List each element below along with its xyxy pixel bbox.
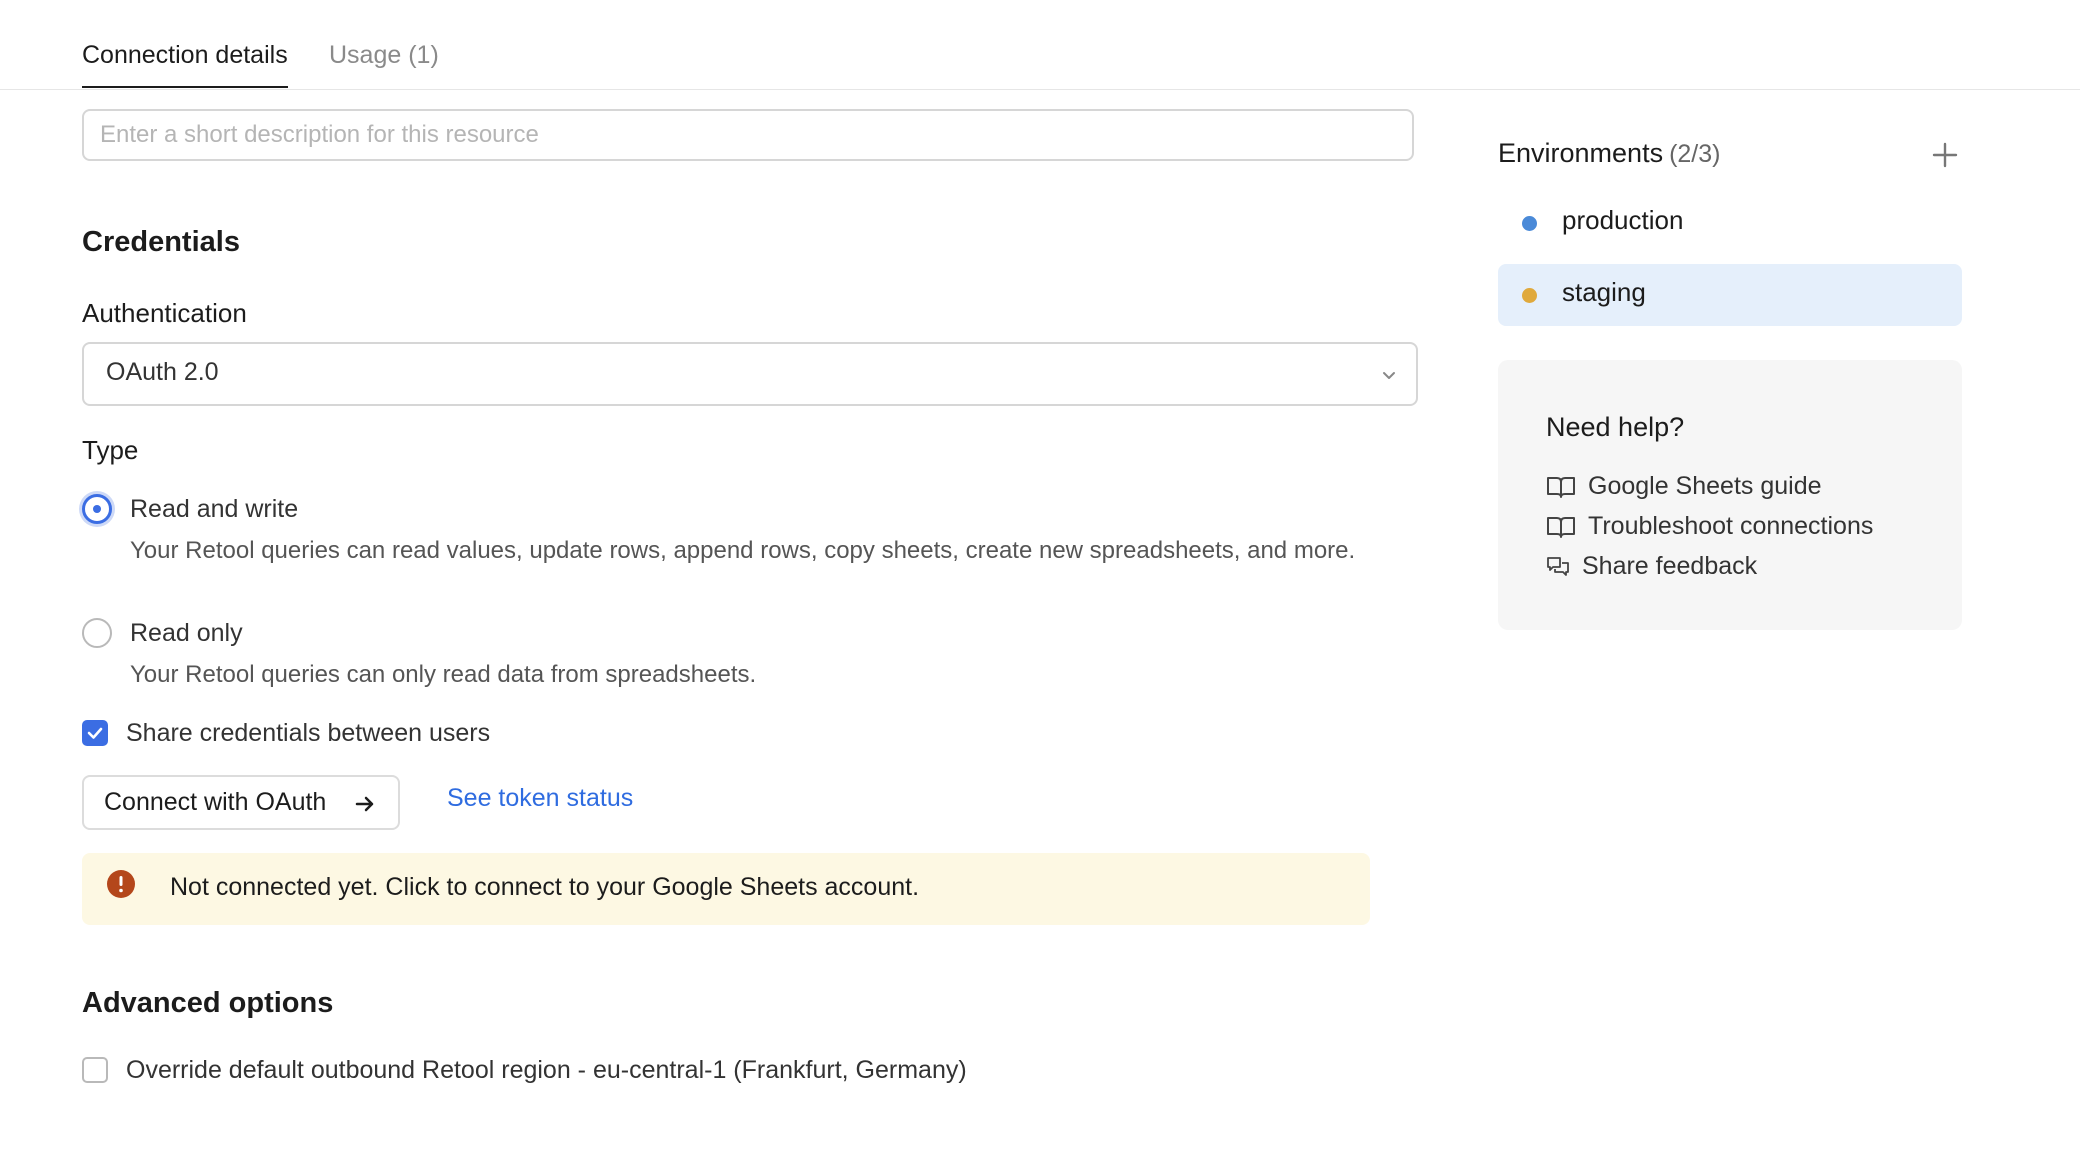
radio-read-and-write[interactable]: [82, 494, 112, 524]
checkmark-icon: [87, 727, 103, 739]
tabs-bar: [0, 0, 2080, 90]
not-connected-alert: Not connected yet. Click to connect to y…: [82, 853, 1370, 925]
environment-name: staging: [1562, 277, 1646, 307]
share-credentials-label: Share credentials between users: [126, 719, 491, 747]
override-region-checkbox[interactable]: [82, 1057, 108, 1083]
book-icon: [1547, 517, 1575, 539]
chevron-down-icon: [1383, 372, 1395, 379]
credentials-heading: Credentials: [82, 226, 240, 258]
authentication-select[interactable]: OAuth 2.0: [82, 342, 1418, 406]
advanced-options-heading: Advanced options: [82, 987, 334, 1019]
help-title: Need help?: [1546, 412, 1685, 442]
environments-title: Environments (2/3): [1498, 138, 1720, 169]
connect-with-oauth-button[interactable]: Connect with OAuth: [82, 775, 400, 830]
book-icon: [1547, 477, 1575, 499]
help-link-label: Troubleshoot connections: [1588, 512, 1874, 540]
share-credentials-checkbox[interactable]: [82, 720, 108, 746]
help-link-label: Google Sheets guide: [1588, 472, 1822, 500]
help-link-troubleshoot-connections[interactable]: Troubleshoot connections: [1546, 512, 1873, 541]
option-read-and-write-description: Your Retool queries can read values, upd…: [130, 537, 1356, 564]
add-environment-plus-icon[interactable]: [1930, 140, 1960, 170]
arrow-right-icon: [355, 796, 374, 812]
environment-color-dot: [1522, 216, 1537, 231]
option-read-only-description: Your Retool queries can only read data f…: [130, 661, 757, 688]
option-read-and-write-title: Read and write: [130, 495, 299, 523]
tab-usage[interactable]: Usage (1): [329, 38, 439, 72]
see-token-status-link[interactable]: See token status: [447, 784, 633, 813]
tab-label: Usage: [329, 41, 402, 69]
authentication-label: Authentication: [82, 298, 247, 328]
alert-text: Not connected yet. Click to connect to y…: [170, 873, 920, 901]
option-read-only-title: Read only: [130, 619, 243, 647]
tab-connection-details[interactable]: Connection details: [82, 38, 288, 88]
environment-name: production: [1562, 205, 1684, 235]
radio-read-only[interactable]: [82, 618, 112, 648]
help-card: Need help? Google Sheets guide Troublesh…: [1498, 360, 1962, 630]
description-input[interactable]: [82, 109, 1414, 161]
environments-count: (2/3): [1669, 140, 1721, 168]
connect-button-label: Connect with OAuth: [104, 788, 327, 816]
exclamation-circle-icon: [107, 870, 135, 898]
chat-bubbles-icon: [1547, 557, 1569, 577]
tab-label: Connection details: [82, 41, 288, 69]
environments-title-text: Environments: [1498, 138, 1664, 168]
help-link-google-sheets-guide[interactable]: Google Sheets guide: [1546, 472, 1822, 501]
tab-count: (1): [408, 41, 439, 69]
environment-color-dot: [1522, 288, 1537, 303]
help-link-label: Share feedback: [1582, 552, 1758, 580]
authentication-value: OAuth 2.0: [106, 358, 219, 386]
override-region-label: Override default outbound Retool region …: [126, 1056, 967, 1084]
environment-item-production[interactable]: production: [1498, 192, 1962, 254]
type-label: Type: [82, 435, 139, 465]
environment-item-staging[interactable]: staging: [1498, 264, 1962, 326]
help-link-share-feedback[interactable]: Share feedback: [1546, 552, 1757, 581]
